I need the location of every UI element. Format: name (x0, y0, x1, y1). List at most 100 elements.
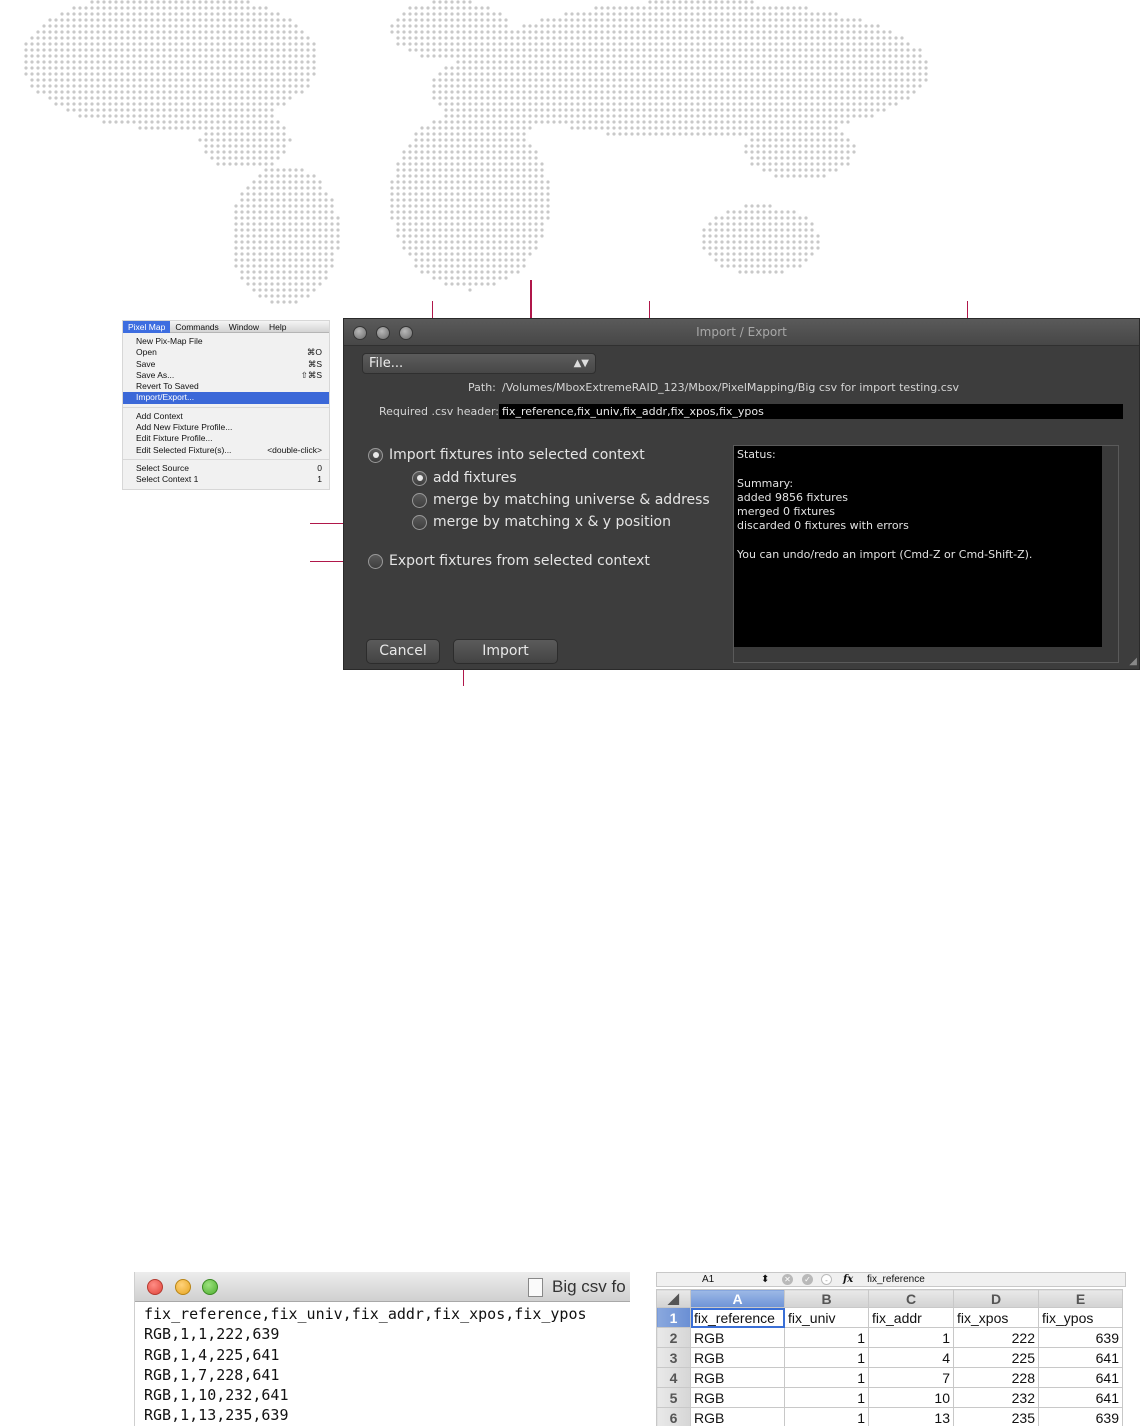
menu-bar-help[interactable]: Help (264, 321, 291, 333)
table-cell[interactable]: 1 (784, 1387, 869, 1408)
zoom-window-button[interactable] (202, 1279, 218, 1295)
table-cell[interactable]: 639 (1038, 1407, 1123, 1426)
menu-item-add-fixture-profile[interactable]: Add New Fixture Profile... (123, 422, 329, 433)
status-horizontal-scrollbar[interactable] (734, 647, 1118, 662)
resize-grip-icon[interactable]: ◢ (1129, 656, 1137, 667)
map-dot (804, 90, 808, 94)
column-header-b[interactable]: B (784, 1289, 869, 1308)
table-cell[interactable]: RGB (690, 1367, 785, 1388)
table-cell[interactable]: 1 (784, 1347, 869, 1368)
menu-item-new-file[interactable]: New Pix-Map File (123, 336, 329, 347)
map-dot (498, 132, 502, 136)
column-header-e[interactable]: E (1038, 1289, 1123, 1308)
table-cell[interactable]: 235 (953, 1407, 1039, 1426)
confirm-formula-icon[interactable]: ✓ (802, 1274, 813, 1285)
row-header[interactable]: 1 (656, 1307, 691, 1328)
cancel-formula-icon[interactable]: ✕ (782, 1274, 793, 1285)
table-cell[interactable]: RGB (690, 1327, 785, 1348)
table-cell[interactable]: RGB (690, 1387, 785, 1408)
menu-item-import-export[interactable]: Import/Export... (123, 392, 329, 404)
merge-xy-position-radio[interactable]: merge by matching x & y position (412, 514, 671, 530)
column-header-c[interactable]: C (868, 1289, 954, 1308)
map-dot (108, 60, 112, 64)
table-cell[interactable]: 1 (784, 1327, 869, 1348)
map-dot (636, 54, 640, 58)
menu-item-select-context-1[interactable]: Select Context 11 (123, 474, 329, 485)
map-dot (498, 18, 502, 22)
table-cell[interactable]: 639 (1038, 1327, 1123, 1348)
table-cell[interactable]: 225 (953, 1347, 1039, 1368)
table-cell[interactable]: 228 (953, 1367, 1039, 1388)
add-fixtures-radio[interactable]: add fixtures (412, 470, 517, 486)
row-header[interactable]: 2 (656, 1327, 691, 1348)
table-cell[interactable]: 222 (953, 1327, 1039, 1348)
table-cell[interactable]: RGB (690, 1407, 785, 1426)
insert-function-icon[interactable]: - (821, 1274, 832, 1285)
table-cell[interactable]: 4 (868, 1347, 954, 1368)
formula-input[interactable]: fix_reference (867, 1273, 925, 1286)
map-dot (288, 84, 292, 88)
table-cell[interactable]: 13 (868, 1407, 954, 1426)
map-dot (774, 78, 778, 82)
map-dot (60, 72, 64, 76)
cell-reference-box[interactable]: A1 (702, 1273, 714, 1286)
menu-item-open[interactable]: Open ⌘O (123, 347, 329, 358)
table-cell[interactable]: 232 (953, 1387, 1039, 1408)
minimize-window-button[interactable] (175, 1279, 191, 1295)
fx-icon[interactable]: fx (843, 1273, 853, 1286)
map-dot (708, 30, 712, 34)
merge-universe-address-radio[interactable]: merge by matching universe & address (412, 492, 710, 508)
table-cell[interactable]: 641 (1038, 1367, 1123, 1388)
map-dot (486, 24, 490, 28)
table-cell[interactable]: fix_xpos (953, 1307, 1039, 1328)
menu-item-add-context[interactable]: Add Context (123, 411, 329, 422)
row-header[interactable]: 4 (656, 1367, 691, 1388)
menu-bar-pixel-map[interactable]: Pixel Map (123, 321, 171, 333)
table-cell[interactable]: fix_addr (868, 1307, 954, 1328)
row-header[interactable]: 3 (656, 1347, 691, 1368)
cell-ref-stepper-icon[interactable]: ⬍ (761, 1273, 769, 1286)
status-vertical-scrollbar[interactable] (1102, 446, 1118, 662)
menu-item-save[interactable]: Save ⌘S (123, 359, 329, 370)
map-dot (72, 84, 76, 88)
table-cell[interactable]: 641 (1038, 1387, 1123, 1408)
map-dot (252, 48, 256, 52)
import-button[interactable]: Import (453, 639, 558, 664)
menu-item-select-source[interactable]: Select Source 0 (123, 463, 329, 474)
map-dot (774, 114, 778, 118)
menu-item-save-as[interactable]: Save As... ⇧⌘S (123, 370, 329, 381)
column-header-d[interactable]: D (953, 1289, 1039, 1308)
select-all-corner[interactable]: ◢ (656, 1289, 691, 1308)
row-header[interactable]: 6 (656, 1407, 691, 1426)
table-cell[interactable]: 1 (784, 1407, 869, 1426)
table-cell[interactable]: RGB (690, 1347, 785, 1368)
row-header[interactable]: 5 (656, 1387, 691, 1408)
menu-bar-commands[interactable]: Commands (170, 321, 223, 333)
close-window-button[interactable] (147, 1279, 163, 1295)
table-cell[interactable]: 1 (784, 1367, 869, 1388)
table-cell[interactable]: 10 (868, 1387, 954, 1408)
export-fixtures-radio[interactable]: Export fixtures from selected context (368, 553, 650, 569)
table-cell[interactable]: fix_reference (690, 1307, 785, 1328)
text-editor-content[interactable]: fix_reference,fix_univ,fix_addr,fix_xpos… (135, 1302, 630, 1426)
csv-header-field[interactable]: fix_reference,fix_univ,fix_addr,fix_xpos… (499, 404, 1123, 419)
table-cell[interactable]: fix_univ (784, 1307, 869, 1328)
cancel-button[interactable]: Cancel (366, 639, 440, 664)
map-dot (24, 54, 28, 58)
file-popup-button[interactable]: File... ▲▼ (362, 353, 596, 374)
map-dot (750, 24, 754, 28)
menu-item-edit-selected-fixtures[interactable]: Edit Selected Fixture(s)... <double-click… (123, 445, 329, 456)
import-fixtures-radio[interactable]: Import fixtures into selected context (368, 447, 645, 463)
table-cell[interactable]: fix_ypos (1038, 1307, 1123, 1328)
status-text-area[interactable]: Status: Summary: added 9856 fixtures mer… (733, 445, 1119, 663)
menu-item-edit-fixture-profile[interactable]: Edit Fixture Profile... (123, 433, 329, 444)
table-cell[interactable]: 7 (868, 1367, 954, 1388)
map-dot (810, 222, 814, 226)
table-cell[interactable]: 1 (868, 1327, 954, 1348)
menu-item-revert[interactable]: Revert To Saved (123, 381, 329, 392)
table-cell[interactable]: 641 (1038, 1347, 1123, 1368)
menu-bar-window[interactable]: Window (224, 321, 264, 333)
column-header-a[interactable]: A (690, 1289, 785, 1308)
map-dot (306, 60, 310, 64)
map-dot (504, 72, 508, 76)
